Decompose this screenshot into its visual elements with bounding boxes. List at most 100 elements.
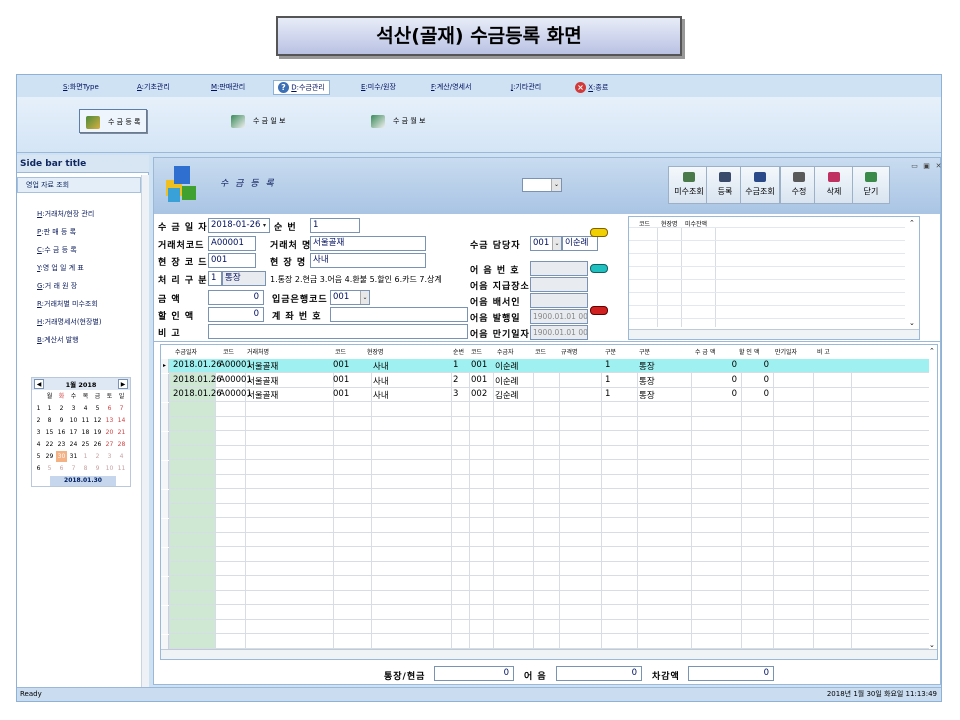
table-row[interactable] (161, 460, 929, 475)
site-code-field[interactable]: 001 (208, 253, 256, 268)
edit-button[interactable]: 수정 (780, 166, 818, 204)
calendar-day[interactable]: 23 (56, 439, 67, 450)
calendar-day[interactable]: 28 (116, 439, 127, 450)
grid-column-header[interactable]: 코드 (223, 347, 234, 356)
table-row[interactable] (161, 446, 929, 460)
grid-column-header[interactable]: 만기일자 (775, 347, 797, 356)
row-selector-icon[interactable] (161, 533, 169, 547)
grid-column-header[interactable]: 규격명 (561, 347, 578, 356)
calendar-day[interactable]: 24 (68, 439, 79, 450)
calendar-day[interactable]: 14 (116, 415, 127, 426)
row-selector-icon[interactable] (161, 504, 169, 518)
row-selector-icon[interactable] (161, 518, 169, 533)
table-row[interactable] (161, 504, 929, 518)
type-code-field[interactable]: 1 (208, 271, 222, 286)
table-row[interactable] (161, 417, 929, 431)
grid-column-header[interactable]: 거래처명 (247, 347, 269, 356)
sidebar-link-statement[interactable]: H:거래명세서(현장별) (37, 317, 102, 327)
row-selector-icon[interactable] (161, 475, 169, 489)
calendar-day[interactable]: 3 (104, 451, 115, 462)
table-row[interactable] (161, 431, 929, 446)
grid-column-header[interactable]: 구분 (639, 347, 650, 356)
table-row[interactable] (161, 605, 929, 620)
calendar-day[interactable]: 1 (80, 451, 91, 462)
table-row[interactable] (161, 489, 929, 504)
table-row[interactable]: 2018.01.26 A00001 서울골재 001 사내 2 001 이순례 1 통장 0 0 (161, 373, 929, 388)
row-selector-icon[interactable] (161, 620, 169, 634)
table-row[interactable]: ▸ 2018.01.26 A00001 서울골재 001 사내 1 001 이순례 1 통장 0 0 (161, 359, 929, 373)
calendar-day[interactable]: 8 (44, 415, 55, 426)
calendar-today[interactable]: 2018.01.30 (50, 476, 116, 486)
calendar-day[interactable]: 5 (92, 403, 103, 414)
sidebar-link-ledger[interactable]: G:거 래 원 장 (37, 281, 77, 291)
scroll-up-icon[interactable]: ⌃ (929, 347, 935, 355)
client-name-field[interactable]: 서울골재 (310, 236, 426, 251)
memo-field[interactable] (208, 324, 468, 339)
calendar-day[interactable]: 11 (116, 463, 127, 474)
calendar-day[interactable]: 17 (68, 427, 79, 438)
row-selector-icon[interactable] (161, 576, 169, 591)
menu-invoice[interactable]: F:계산/영세서 (431, 82, 471, 92)
sidebar-section[interactable]: 영업 자료 조회 (17, 177, 141, 193)
header-combo[interactable]: ⌄ (522, 178, 562, 192)
calendar-day[interactable]: 6 (56, 463, 67, 474)
row-selector-icon[interactable] (161, 373, 169, 388)
calendar-day[interactable]: 11 (80, 415, 91, 426)
calendar-day[interactable]: 12 (92, 415, 103, 426)
calendar-day[interactable]: 10 (68, 415, 79, 426)
minimize-icon[interactable]: ▭ (910, 162, 919, 170)
grid-column-header[interactable]: 수 금 액 (695, 347, 715, 356)
sidebar-link-invoice[interactable]: B:계산서 발행 (37, 335, 79, 345)
calendar-day[interactable]: 5 (44, 463, 55, 474)
table-row[interactable] (161, 518, 929, 533)
calendar-day[interactable]: 9 (56, 415, 67, 426)
calendar-day[interactable]: 26 (92, 439, 103, 450)
sidebar-scrollbar[interactable] (141, 175, 149, 687)
row-selector-icon[interactable] (161, 489, 169, 504)
scroll-down-icon[interactable]: ⌄ (929, 641, 935, 649)
table-row[interactable] (161, 547, 929, 562)
grid-column-header[interactable]: 순번 (453, 347, 464, 356)
calendar-day[interactable]: 29 (44, 451, 55, 462)
calendar-day[interactable]: 10 (104, 463, 115, 474)
receivable-inquiry-button[interactable]: 미수조회 (668, 166, 710, 204)
calendar-day[interactable]: 4 (116, 451, 127, 462)
grid-column-header[interactable]: 현장명 (367, 347, 384, 356)
grid-column-header[interactable]: 수금일자 (175, 347, 197, 356)
calendar-day[interactable]: 7 (116, 403, 127, 414)
calendar-day[interactable]: 2 (56, 403, 67, 414)
calendar-prev-button[interactable]: ◀ (34, 379, 44, 389)
calendar-day[interactable]: 25 (80, 439, 91, 450)
grid-column-header[interactable]: 비 고 (817, 347, 830, 356)
client-code-field[interactable]: A00001 (208, 236, 256, 251)
menu-basic[interactable]: A:기초관리 (137, 82, 170, 92)
menu-receivable[interactable]: E:미수/원장 (361, 82, 396, 92)
calendar-day[interactable]: 7 (68, 463, 79, 474)
calendar-day[interactable]: 9 (92, 463, 103, 474)
calendar-day[interactable]: 3 (68, 403, 79, 414)
seq-field[interactable]: 1 (310, 218, 360, 233)
table-row[interactable] (161, 576, 929, 591)
calendar-day[interactable]: 20 (104, 427, 115, 438)
bank-code-select[interactable]: 001 ⌄ (330, 290, 370, 305)
menu-exit[interactable]: × X:종료 (575, 82, 608, 93)
calendar-day[interactable]: 13 (104, 415, 115, 426)
calendar-day[interactable]: 6 (104, 403, 115, 414)
table-row[interactable]: 2018.01.26 A00001 서울골재 001 사내 3 002 김순례 1 통장 0 0 (161, 388, 929, 402)
row-selector-icon[interactable] (161, 634, 169, 649)
calendar-day[interactable]: 4 (80, 403, 91, 414)
close-button[interactable]: 닫기 (852, 166, 890, 204)
table-row[interactable] (161, 533, 929, 547)
window-close-icon[interactable]: ✕ (934, 162, 941, 170)
row-selector-icon[interactable]: ▸ (161, 359, 169, 373)
ribbon-collection-entry[interactable]: 수 금 등 록 (79, 109, 148, 133)
discount-field[interactable]: 0 (208, 307, 264, 322)
menu-screen-type[interactable]: S:화면Type (63, 82, 99, 92)
row-selector-icon[interactable] (161, 417, 169, 431)
row-selector-icon[interactable] (161, 547, 169, 562)
row-selector-icon[interactable] (161, 591, 169, 605)
calendar-day[interactable]: 16 (56, 427, 67, 438)
table-row[interactable] (161, 562, 929, 576)
row-selector-icon[interactable] (161, 402, 169, 417)
grid-column-header[interactable]: 할 인 액 (739, 347, 759, 356)
